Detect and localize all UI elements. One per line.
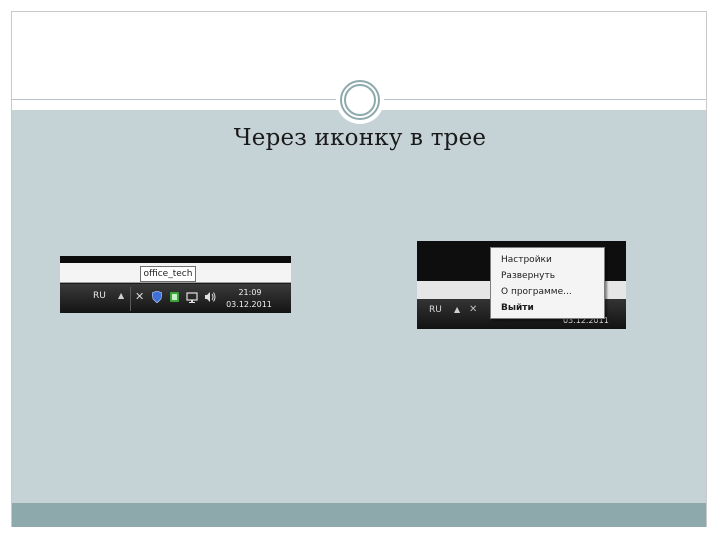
decorative-ring-inner-circle xyxy=(344,84,376,116)
network-icon[interactable] xyxy=(186,291,198,306)
tray-screenshot-context-menu: RU ▲ ✕ ▬ 03.12.2011 Настройки Развернуть… xyxy=(417,241,626,329)
slide-title: Через иконку в трее xyxy=(233,125,487,151)
tools-icon[interactable]: ✕ xyxy=(135,291,144,303)
tray-screenshot-tooltip: office_tech RU ▲ ✕ 21:09 03.12.2011 xyxy=(60,256,291,313)
volume-icon[interactable] xyxy=(204,291,216,306)
menu-item-restore[interactable]: Развернуть xyxy=(491,268,604,284)
slide-footer-band xyxy=(12,503,706,527)
clock-date[interactable]: 03.12.2011 xyxy=(224,299,274,310)
tray-separator xyxy=(130,287,131,311)
show-hidden-icons-arrow-icon[interactable]: ▲ xyxy=(118,291,124,300)
tray-context-menu: Настройки Развернуть О программе... Выйт… xyxy=(490,247,605,319)
tools-icon[interactable]: ✕ xyxy=(469,304,477,315)
green-app-icon[interactable] xyxy=(169,291,180,306)
clock-time[interactable]: 21:09 xyxy=(230,287,270,298)
menu-item-exit[interactable]: Выйти xyxy=(491,300,604,316)
shield-icon[interactable] xyxy=(151,290,163,306)
window-edge xyxy=(60,256,291,263)
show-hidden-icons-arrow-icon[interactable]: ▲ xyxy=(454,305,460,314)
tray-tooltip: office_tech xyxy=(140,266,196,282)
menu-item-about[interactable]: О программе... xyxy=(491,284,604,300)
menu-item-settings[interactable]: Настройки xyxy=(491,252,604,268)
language-indicator[interactable]: RU xyxy=(429,305,442,315)
language-indicator[interactable]: RU xyxy=(93,291,106,301)
